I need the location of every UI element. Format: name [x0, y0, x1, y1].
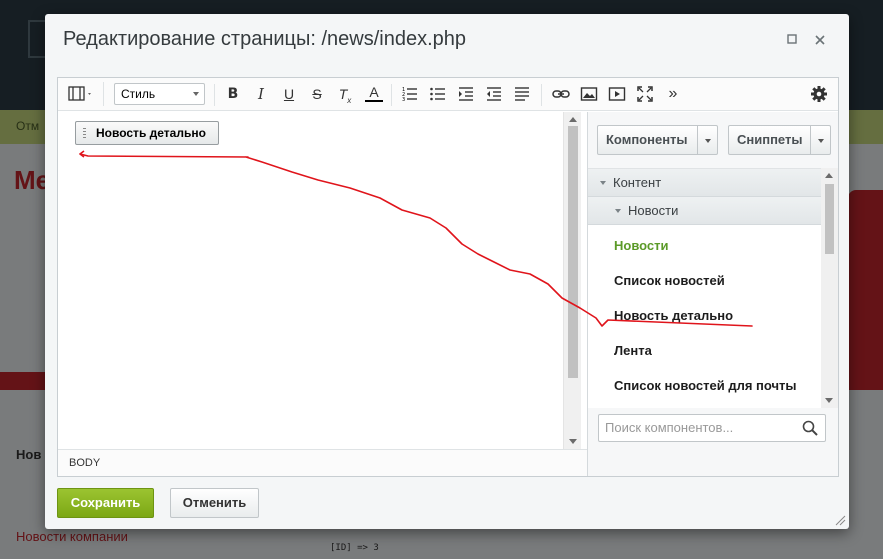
toolbar-divider: [541, 84, 542, 106]
tree-subcategory-news[interactable]: Новости: [588, 197, 821, 225]
tree-category-content[interactable]: Контент: [588, 169, 821, 197]
strikethrough-icon[interactable]: S: [308, 85, 326, 103]
component-block-label: Новость детально: [96, 126, 206, 140]
cancel-button[interactable]: Отменить: [170, 488, 259, 518]
link-icon[interactable]: [552, 85, 570, 103]
snippets-button-label: Сниппеты: [737, 132, 803, 147]
html-editor: Стиль B I U S Tx A 123 » Новость детальн…: [57, 77, 839, 477]
svg-text:3: 3: [402, 97, 405, 103]
image-icon[interactable]: [580, 85, 598, 103]
more-icon[interactable]: »: [664, 85, 682, 103]
scrollbar-thumb[interactable]: [568, 126, 578, 378]
edit-page-dialog: Редактирование страницы: /news/index.php…: [45, 14, 849, 529]
video-icon[interactable]: [608, 85, 626, 103]
scroll-up-icon[interactable]: [569, 117, 577, 122]
scroll-up-icon[interactable]: [825, 173, 833, 178]
search-placeholder: Поиск компонентов...: [605, 420, 734, 435]
outdent-icon[interactable]: [485, 85, 503, 103]
text-color-icon[interactable]: A: [365, 85, 383, 102]
dialog-title: Редактирование страницы: /news/index.php: [63, 28, 467, 50]
settings-icon[interactable]: [810, 85, 828, 103]
search-icon[interactable]: [802, 420, 818, 436]
remove-format-icon[interactable]: Tx: [336, 85, 354, 105]
element-path[interactable]: BODY: [69, 457, 100, 469]
content-scrollbar[interactable]: [563, 112, 581, 449]
chevron-down-icon[interactable]: [810, 126, 830, 154]
align-icon[interactable]: [513, 85, 531, 103]
tree-item-news-list[interactable]: Список новостей: [614, 273, 725, 288]
bold-icon[interactable]: B: [224, 85, 242, 103]
fullscreen-icon[interactable]: [636, 85, 654, 103]
tree-category-label: Контент: [613, 175, 662, 190]
close-icon[interactable]: [811, 30, 829, 48]
tree-item-feed[interactable]: Лента: [614, 343, 652, 358]
tree-item-mail-news-list[interactable]: Список новостей для почты: [614, 378, 797, 393]
collapse-triangle-icon: [600, 181, 606, 185]
components-panel: Компоненты Сниппеты Контент Новости Ново…: [587, 112, 838, 476]
view-mode-button[interactable]: [64, 82, 104, 106]
components-tree: Контент Новости Новости Список новостей …: [588, 168, 821, 408]
tree-subcategory-label: Новости: [628, 203, 679, 218]
save-button[interactable]: Сохранить: [57, 488, 154, 518]
component-block-news-detail[interactable]: Новость детально: [75, 121, 219, 145]
drag-handle-icon[interactable]: [83, 128, 86, 138]
editor-toolbar: Стиль B I U S Tx A 123 »: [58, 78, 838, 111]
style-select-value: Стиль: [121, 87, 156, 101]
underline-icon[interactable]: U: [280, 85, 298, 103]
toolbar-divider: [391, 84, 392, 106]
components-button[interactable]: Компоненты: [597, 125, 718, 155]
snippets-button[interactable]: Сниппеты: [728, 125, 831, 155]
tree-scrollbar[interactable]: [821, 168, 838, 408]
maximize-icon[interactable]: [783, 30, 801, 48]
toolbar-divider: [214, 84, 215, 106]
collapse-triangle-icon: [615, 209, 621, 213]
unordered-list-icon[interactable]: [429, 85, 447, 103]
scroll-down-icon[interactable]: [825, 398, 833, 403]
ordered-list-icon[interactable]: 123: [401, 85, 419, 103]
scroll-down-icon[interactable]: [569, 439, 577, 444]
style-select[interactable]: Стиль: [114, 83, 205, 105]
resize-handle-icon[interactable]: [834, 514, 846, 526]
chevron-down-icon[interactable]: [697, 126, 717, 154]
tree-item-news-detail[interactable]: Новость детально: [614, 308, 733, 323]
scrollbar-thumb[interactable]: [825, 184, 834, 254]
editor-content-area[interactable]: Новость детально: [58, 112, 581, 449]
tree-item-news[interactable]: Новости: [614, 238, 669, 253]
view-mode-icon: [68, 86, 91, 101]
indent-icon[interactable]: [457, 85, 475, 103]
italic-icon[interactable]: I: [252, 85, 270, 103]
component-search-input[interactable]: Поиск компонентов...: [598, 414, 826, 442]
components-button-label: Компоненты: [606, 132, 688, 147]
element-path-bar: BODY: [58, 449, 587, 476]
chevron-down-icon: [193, 92, 199, 96]
